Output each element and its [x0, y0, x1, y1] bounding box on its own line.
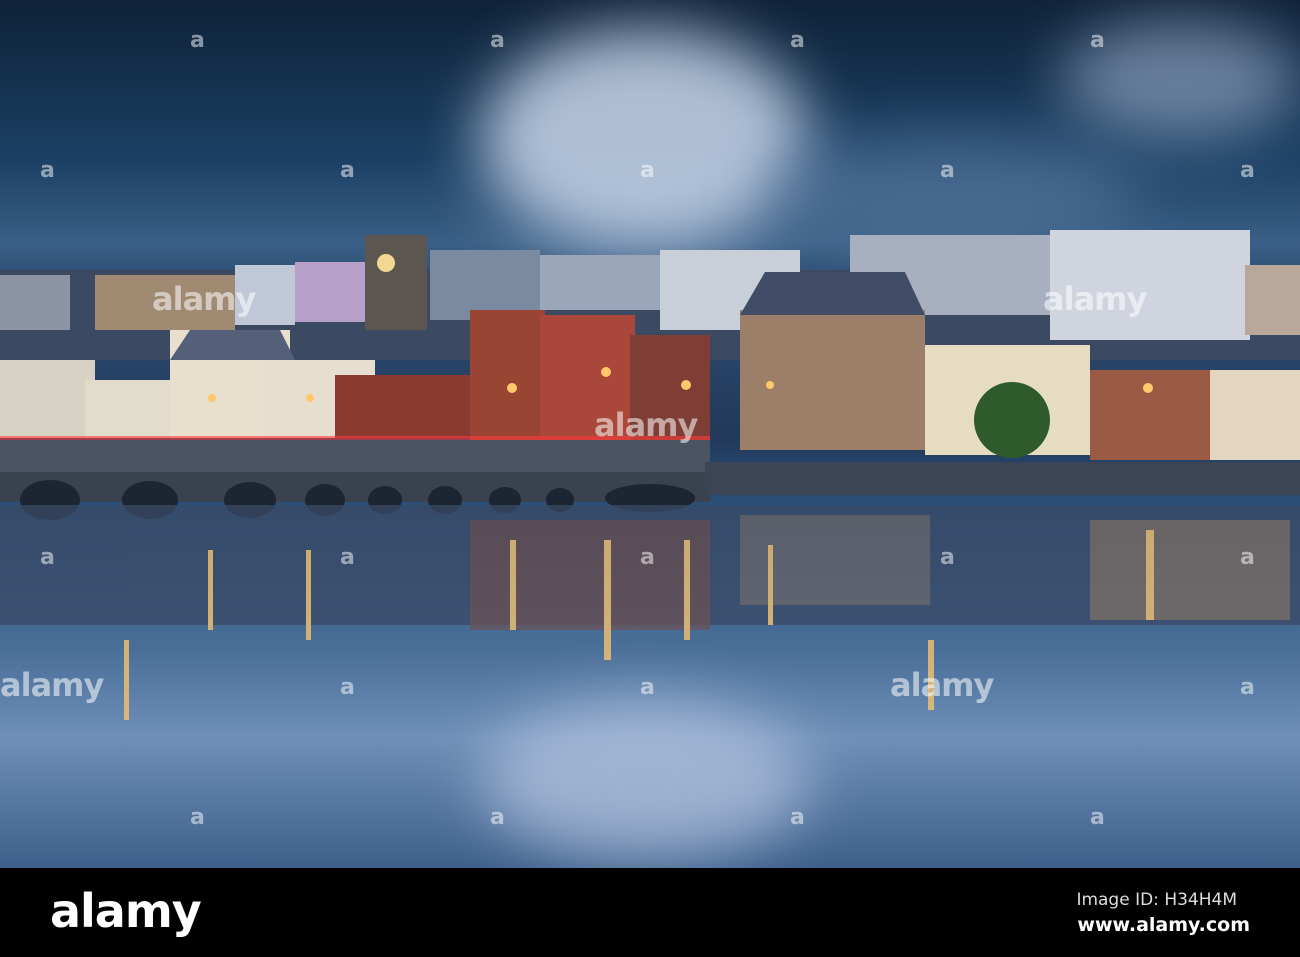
watermark: alamy [890, 666, 994, 704]
watermark: alamy [0, 666, 104, 704]
watermark-mark: a [940, 158, 955, 183]
watermark-mark: a [1240, 545, 1255, 570]
watermark-mark: a [40, 158, 55, 183]
watermark-mark: a [490, 805, 505, 830]
watermark: alamy [594, 406, 698, 444]
watermark-mark: a [340, 545, 355, 570]
watermark-mark: a [1090, 805, 1105, 830]
watermark-mark: a [190, 805, 205, 830]
watermark-mark: a [640, 545, 655, 570]
website-link[interactable]: www.alamy.com [1077, 914, 1250, 936]
watermark-mark: a [640, 158, 655, 183]
photo: alamy alamy alamy alamy alamy a a a a a … [0, 0, 1300, 868]
watermark: alamy [152, 280, 256, 318]
watermark-mark: a [640, 675, 655, 700]
watermark: alamy [1043, 280, 1147, 318]
watermark-mark: a [1240, 675, 1255, 700]
watermark-mark: a [40, 545, 55, 570]
watermark-mark: a [340, 158, 355, 183]
image-id: Image ID: H34H4M [1076, 890, 1237, 910]
watermark-mark: a [490, 28, 505, 53]
quay-wall [705, 462, 1300, 495]
watermark-mark: a [190, 28, 205, 53]
watermark-mark: a [340, 675, 355, 700]
watermark-mark: a [940, 545, 955, 570]
alamy-logo: alamy [50, 884, 202, 938]
watermark-mark: a [790, 805, 805, 830]
watermark-mark: a [790, 28, 805, 53]
watermark-mark: a [1240, 158, 1255, 183]
watermark-mark: a [1090, 28, 1105, 53]
